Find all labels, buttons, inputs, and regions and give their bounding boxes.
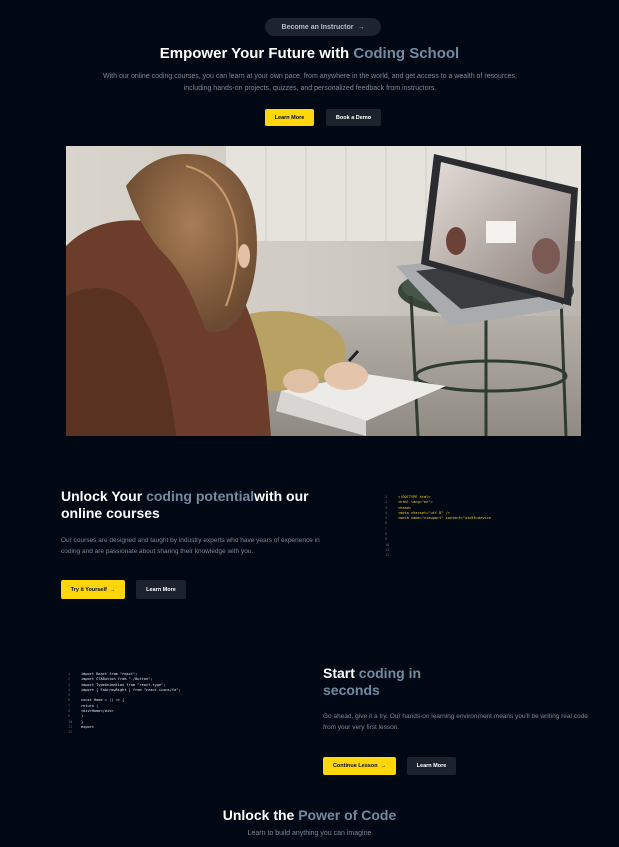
start-coding-title-highlight-1: coding in (358, 665, 422, 681)
hero-title-plain: Empower Your Future with (159, 45, 354, 62)
start-coding-title-plain: Start (323, 665, 359, 681)
book-demo-label: Book a Demo (335, 114, 372, 121)
code-text: <meta name="viewport" content="width=dev… (398, 516, 492, 521)
book-demo-button[interactable]: Book a Demo (326, 109, 381, 126)
courses-learn-more-label: Learn More (146, 586, 176, 593)
courses-learn-more-button[interactable]: Learn More (136, 580, 186, 599)
power-title-plain: Unlock the (222, 807, 299, 823)
power-of-code-title: Unlock the Power of Code (0, 807, 619, 823)
become-instructor-button[interactable]: Become an Instructor → (265, 18, 381, 36)
continue-lesson-button[interactable]: Continue Lesson → (323, 757, 396, 775)
hero-title: Empower Your Future with Coding School (0, 45, 619, 62)
hero-learn-more-label: Learn More (274, 114, 305, 121)
start-coding-title-highlight-2: seconds (323, 682, 380, 698)
power-of-code-subtitle: Learn to build anything you can imagine (247, 830, 372, 837)
continue-lesson-label: Continue Lesson (332, 763, 378, 769)
hero-title-highlight: Coding School (353, 45, 460, 62)
code-text: export (81, 724, 94, 729)
arrow-right-icon: → (380, 763, 387, 769)
hero-learn-more-button[interactable]: Learn More (265, 109, 314, 126)
start-learn-more-label: Learn More (416, 763, 447, 769)
code-line: 12 (385, 553, 565, 558)
start-coding-description: Go ahead, give it a try. Our hands-on le… (323, 713, 588, 731)
arrow-right-icon: → (357, 23, 365, 31)
courses-title-highlight: coding potential (146, 488, 255, 504)
code-editor-react: 1 import React from "react"; 2 import CTAB… (68, 672, 268, 736)
courses-title: Unlock Your coding potentialwith our onl… (61, 488, 321, 522)
code-text: <div>Home</div> (81, 709, 114, 714)
try-it-yourself-button[interactable]: Try it Yourself → (61, 580, 125, 599)
arrow-right-icon: → (109, 586, 116, 593)
courses-title-plain-1: Unlock Your (61, 488, 147, 504)
code-text: import { FaArrowRight } from "react-icon… (81, 687, 181, 692)
power-title-highlight: Power of Code (298, 807, 397, 823)
hero-image (66, 146, 581, 436)
become-instructor-label: Become an Instructor (281, 23, 354, 31)
courses-description: Our courses are designed and taught by i… (61, 537, 320, 555)
start-coding-title: Start coding in seconds (323, 665, 523, 699)
code-line: 12 (68, 730, 268, 735)
line-number: 12 (68, 730, 73, 735)
line-number: 12 (385, 553, 390, 558)
start-learn-more-button[interactable]: Learn More (407, 757, 456, 775)
try-it-yourself-label: Try it Yourself (70, 586, 107, 593)
hero-subtitle: With our online coding courses, you can … (103, 73, 517, 92)
code-editor-html: 1 <!DOCTYPE html> 2 <html lang="en"> 3 <hea… (385, 495, 565, 559)
